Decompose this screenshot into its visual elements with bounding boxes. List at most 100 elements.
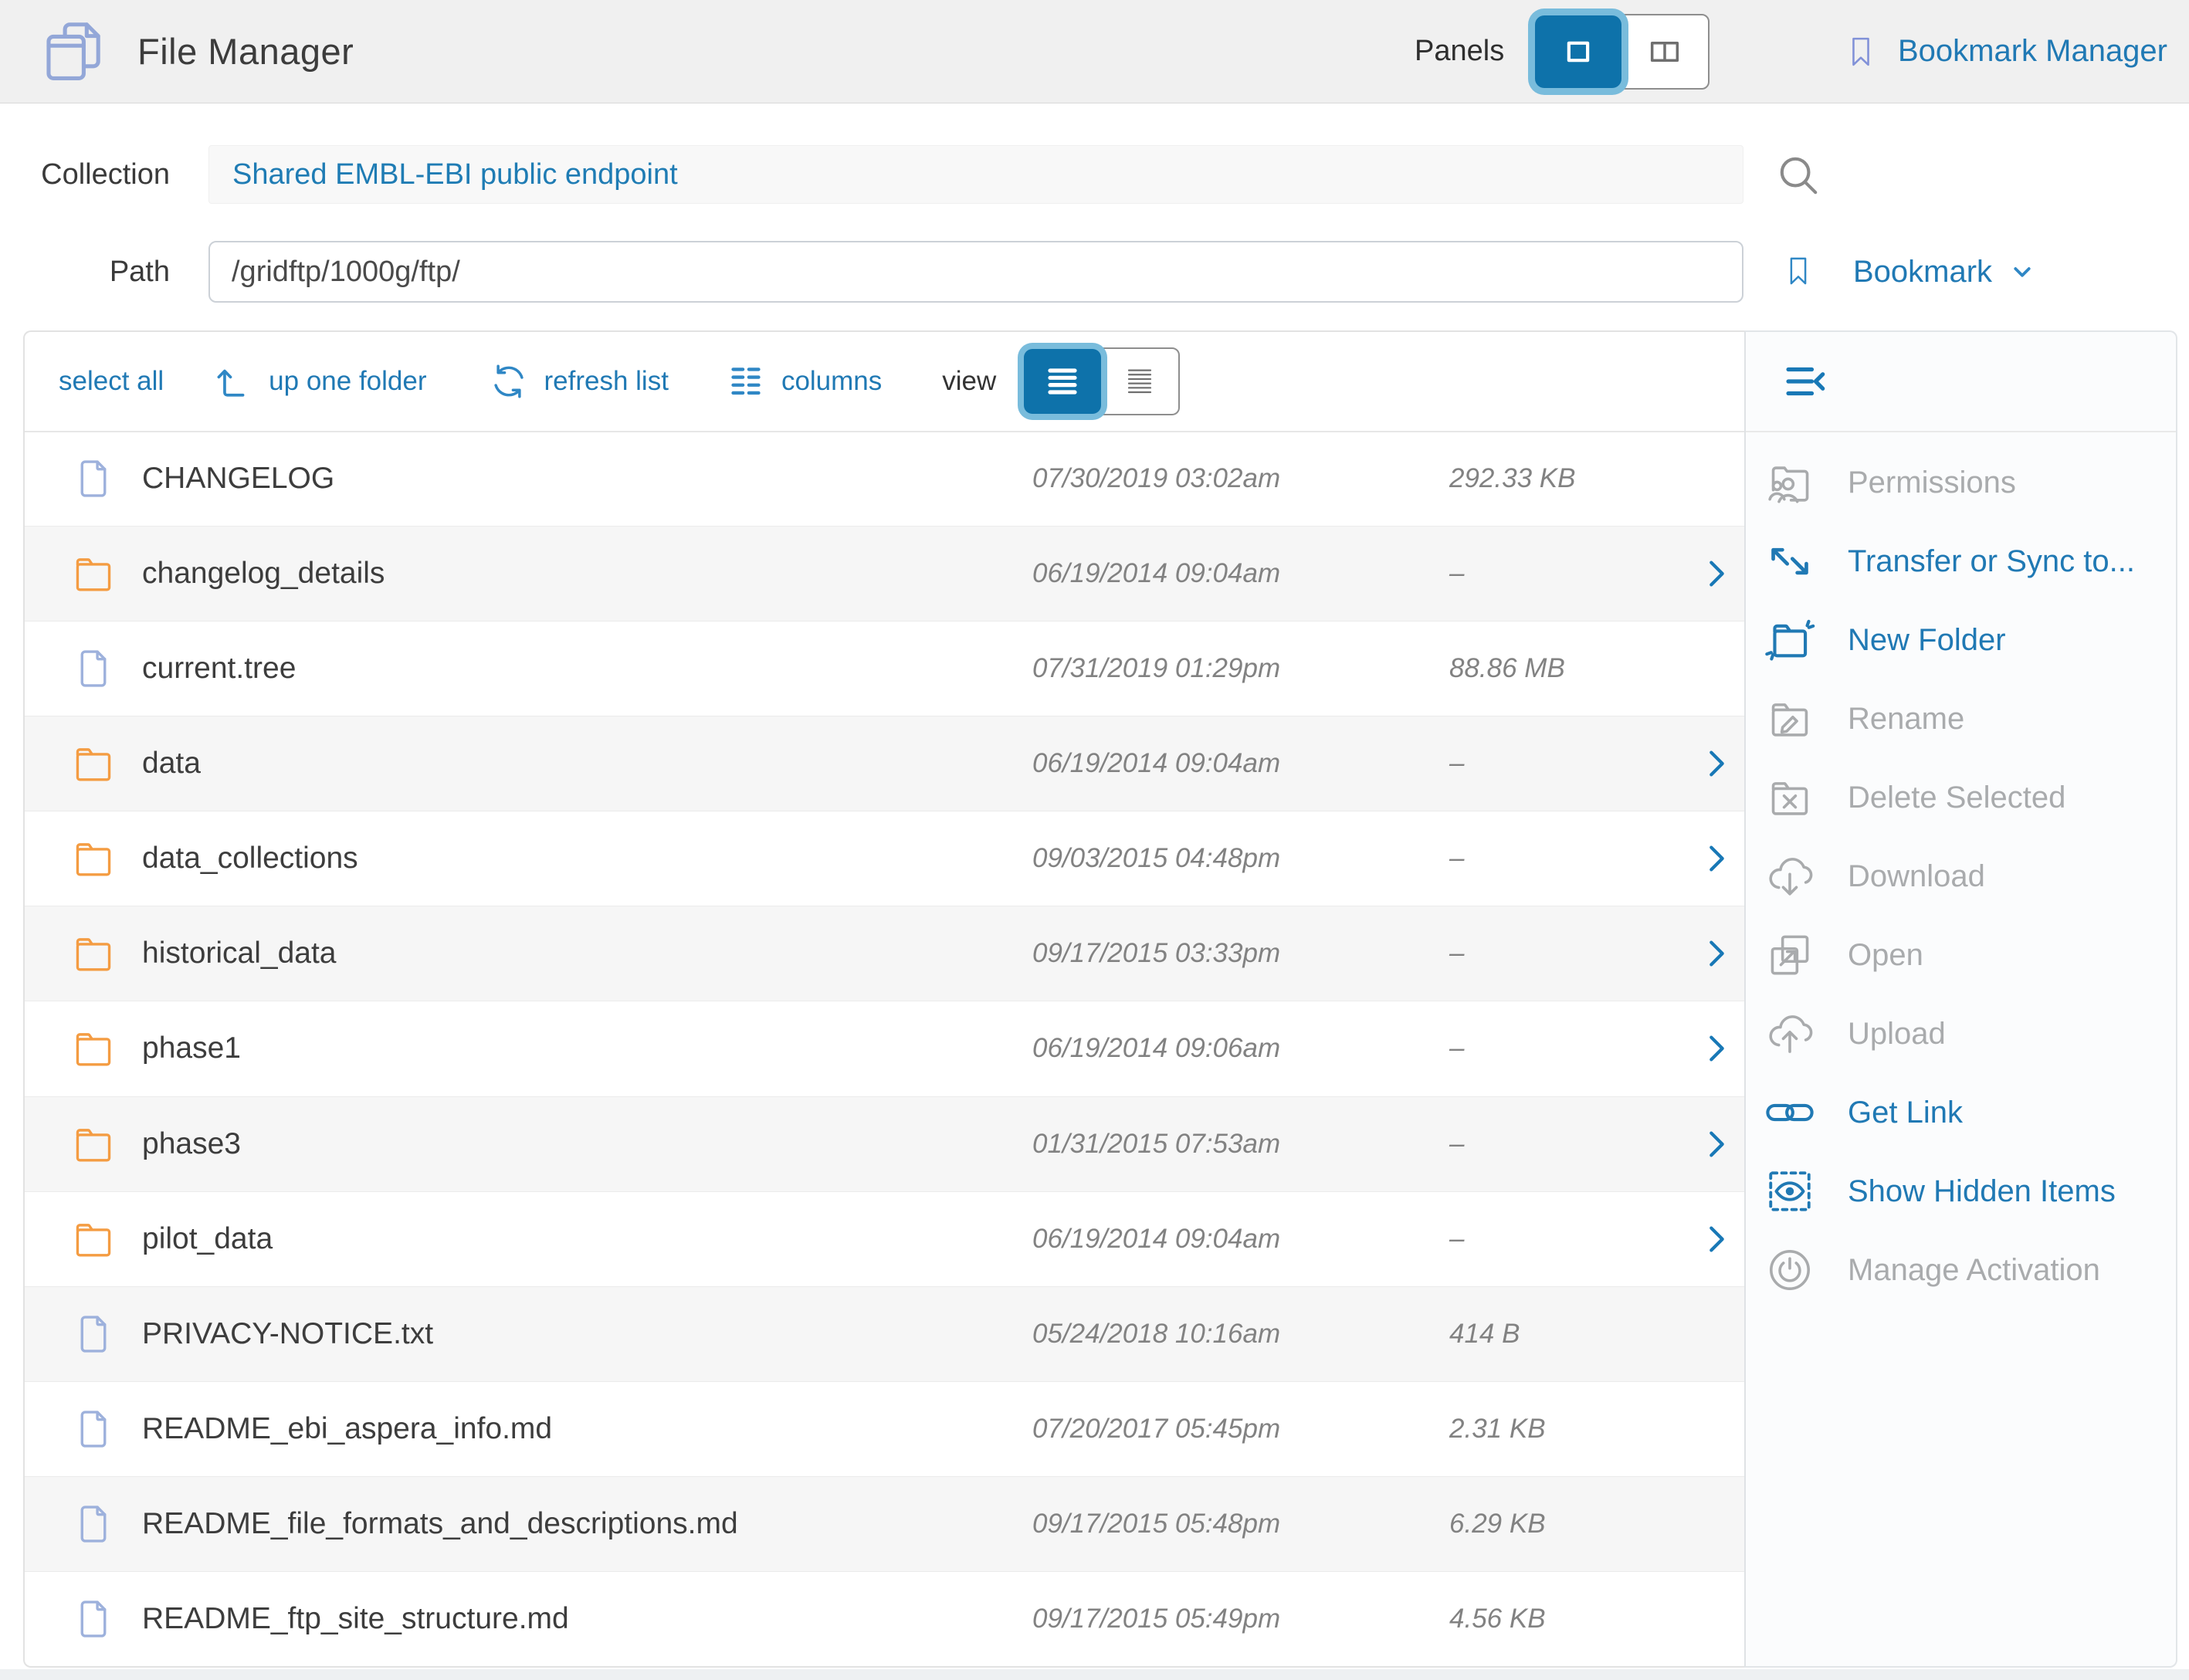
folder-icon	[71, 1026, 116, 1071]
file-row[interactable]: README_ftp_site_structure.md 09/17/2015 …	[25, 1571, 1744, 1666]
file-row[interactable]: phase1 06/19/2014 09:06am –	[25, 1001, 1744, 1096]
file-size: 6.29 KB	[1449, 1509, 1546, 1539]
file-row[interactable]: README_ebi_aspera_info.md 07/20/2017 05:…	[25, 1381, 1744, 1476]
file-name: CHANGELOG	[142, 462, 334, 496]
transfer-icon	[1764, 536, 1815, 587]
file-row[interactable]: phase3 01/31/2015 07:53am –	[25, 1096, 1744, 1191]
file-size: –	[1449, 1129, 1464, 1160]
sidebar-action-item: Open	[1746, 916, 2176, 994]
list-view-button[interactable]	[1024, 349, 1101, 414]
app-header: File Manager Panels Bookmark Manager	[0, 0, 2189, 103]
sidebar-action-label: Open	[1848, 938, 1923, 973]
open-folder-chevron-icon[interactable]	[1699, 1031, 1734, 1066]
columns-label: columns	[781, 366, 882, 397]
upload-icon	[1764, 1008, 1815, 1059]
page-title: File Manager	[137, 30, 354, 73]
footer-strip	[0, 1669, 2189, 1680]
sidebar-action-label: Delete Selected	[1848, 781, 2065, 815]
sidebar-action-item[interactable]: Transfer or Sync to...	[1746, 522, 2176, 601]
file-size: –	[1449, 558, 1464, 589]
modified-date: 07/31/2019 01:29pm	[1032, 653, 1280, 684]
select-all-label: select all	[59, 366, 164, 397]
view-toggle	[1022, 347, 1180, 415]
file-icon	[71, 456, 116, 501]
sidebar-action-item: Download	[1746, 837, 2176, 916]
select-all-button[interactable]: select all	[59, 366, 164, 397]
folder-icon	[71, 1217, 116, 1262]
modified-date: 09/17/2015 03:33pm	[1032, 938, 1280, 969]
panels-group: Panels	[1415, 0, 1710, 103]
file-row[interactable]: historical_data 09/17/2015 03:33pm –	[25, 906, 1744, 1001]
modified-date: 05/24/2018 10:16am	[1032, 1319, 1280, 1350]
file-list: CHANGELOG 07/30/2019 03:02am 292.33 KB c…	[25, 431, 1744, 1666]
bookmark-manager-label: Bookmark Manager	[1898, 34, 2167, 69]
file-size: 292.33 KB	[1449, 463, 1575, 494]
refresh-list-label: refresh list	[544, 366, 669, 397]
panels-toggle	[1533, 14, 1710, 90]
actions-sidebar: Permissions Transfer or Sync to... New F…	[1744, 330, 2177, 1668]
modified-date: 09/17/2015 05:48pm	[1032, 1509, 1280, 1539]
open-folder-chevron-icon[interactable]	[1699, 841, 1734, 876]
file-row[interactable]: README_file_formats_and_descriptions.md …	[25, 1476, 1744, 1571]
sidebar-action-label: Permissions	[1848, 466, 2016, 500]
file-row[interactable]: current.tree 07/31/2019 01:29pm 88.86 MB	[25, 621, 1744, 716]
file-size: 4.56 KB	[1449, 1604, 1546, 1634]
open-icon	[1764, 930, 1815, 981]
modified-date: 06/19/2014 09:04am	[1032, 748, 1280, 779]
up-one-folder-button[interactable]: up one folder	[213, 361, 426, 401]
sidebar-action-label: Rename	[1848, 702, 1964, 737]
sidebar-action-item[interactable]: Show Hidden Items	[1746, 1152, 2176, 1231]
compact-view-button[interactable]	[1101, 349, 1178, 414]
bookmark-dropdown[interactable]: Bookmark	[1853, 241, 2037, 303]
sidebar-action-item: Permissions	[1746, 443, 2176, 522]
sidebar-action-label: Download	[1848, 859, 1985, 894]
file-row[interactable]: changelog_details 06/19/2014 09:04am –	[25, 526, 1744, 621]
path-input[interactable]	[208, 241, 1743, 303]
file-row[interactable]: data 06/19/2014 09:04am –	[25, 716, 1744, 811]
rename-icon	[1764, 693, 1815, 744]
file-row[interactable]: data_collections 09/03/2015 04:48pm –	[25, 811, 1744, 906]
modified-date: 09/03/2015 04:48pm	[1032, 843, 1280, 874]
file-row[interactable]: PRIVACY-NOTICE.txt 05/24/2018 10:16am 41…	[25, 1286, 1744, 1381]
open-folder-chevron-icon[interactable]	[1699, 936, 1734, 971]
show-hidden-icon	[1764, 1166, 1815, 1217]
file-name: current.tree	[142, 652, 296, 686]
file-size: 88.86 MB	[1449, 653, 1565, 684]
bookmark-icon	[1844, 28, 1878, 76]
bookmark-manager-link[interactable]: Bookmark Manager	[1844, 0, 2167, 103]
sidebar-action-item[interactable]: Get Link	[1746, 1073, 2176, 1152]
open-folder-chevron-icon[interactable]	[1699, 1126, 1734, 1162]
collapse-sidebar-button[interactable]	[1781, 357, 1829, 405]
bookmark-ribbon-icon[interactable]	[1782, 246, 1815, 296]
collection-label: Collection	[0, 145, 170, 204]
file-row[interactable]: CHANGELOG 07/30/2019 03:02am 292.33 KB	[25, 431, 1744, 526]
split-panel-button[interactable]	[1621, 15, 1708, 88]
search-icon[interactable]	[1774, 151, 1822, 199]
folder-icon	[71, 931, 116, 976]
file-name: README_ftp_site_structure.md	[142, 1602, 569, 1636]
file-icon	[71, 1502, 116, 1546]
modified-date: 07/20/2017 05:45pm	[1032, 1414, 1280, 1445]
sidebar-action-label: Get Link	[1848, 1096, 1963, 1130]
columns-button[interactable]: columns	[726, 361, 882, 401]
collection-input[interactable]: Shared EMBL-EBI public endpoint	[208, 145, 1743, 204]
open-folder-chevron-icon[interactable]	[1699, 1221, 1734, 1257]
sidebar-action-label: Transfer or Sync to...	[1848, 544, 2135, 579]
up-one-folder-label: up one folder	[269, 366, 426, 397]
list-view-icon	[1044, 363, 1081, 400]
file-row[interactable]: pilot_data 06/19/2014 09:04am –	[25, 1191, 1744, 1286]
sidebar-action-item[interactable]: New Folder	[1746, 601, 2176, 679]
file-size: –	[1449, 748, 1464, 779]
collapse-icon	[1781, 357, 1829, 405]
collection-value: Shared EMBL-EBI public endpoint	[232, 158, 678, 191]
path-label: Path	[0, 241, 170, 303]
open-folder-chevron-icon[interactable]	[1699, 746, 1734, 781]
folder-icon	[71, 741, 116, 786]
single-panel-icon	[1557, 30, 1600, 73]
file-manager-icon	[40, 15, 113, 88]
open-folder-chevron-icon[interactable]	[1699, 556, 1734, 591]
refresh-list-button[interactable]: refresh list	[489, 361, 669, 401]
single-panel-button[interactable]	[1535, 15, 1621, 88]
compact-view-icon	[1121, 363, 1158, 400]
sidebar-action-item: Delete Selected	[1746, 758, 2176, 837]
